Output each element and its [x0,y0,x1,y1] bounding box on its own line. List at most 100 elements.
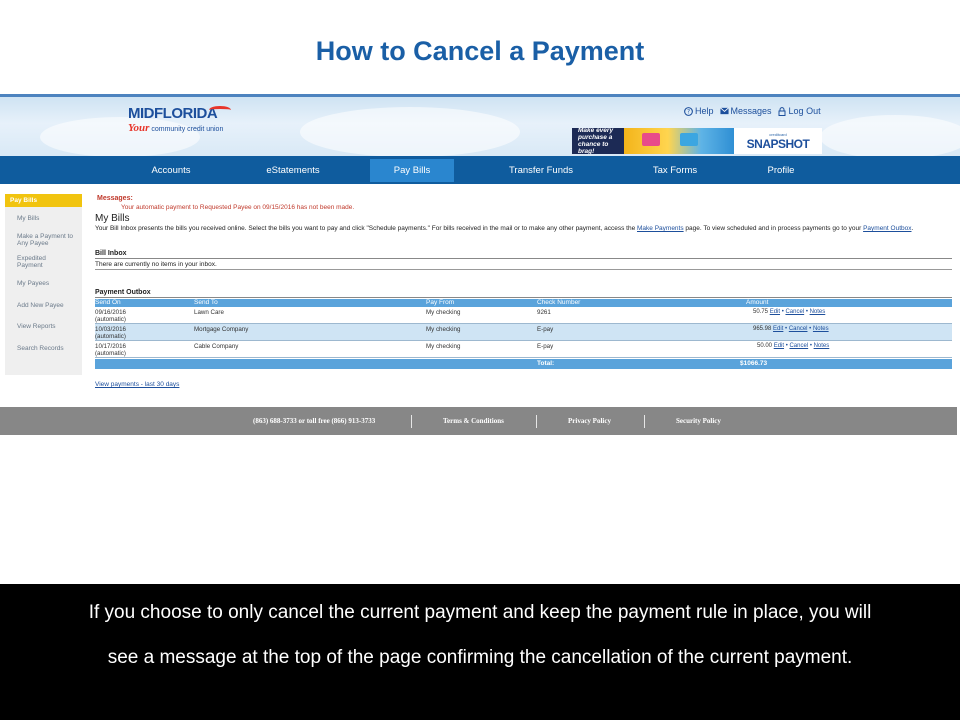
sidebar-item-search-records[interactable]: Search Records [5,345,82,352]
col-pay-from[interactable]: Pay From [426,299,454,307]
edit-link[interactable]: Edit [773,326,783,332]
page-heading: My Bills [95,213,130,224]
logo-swoosh-icon [209,105,232,114]
payment-outbox-title: Payment Outbox [95,289,952,298]
notes-link[interactable]: Notes [813,326,829,332]
row-date: 09/16/2016 [95,309,126,316]
slide-title: How to Cancel a Payment [315,36,645,66]
notes-link[interactable]: Notes [814,343,830,349]
row-date: 10/17/2016 [95,343,126,350]
make-payments-link[interactable]: Make Payments [637,225,684,232]
row-amount: 50.75 [753,309,769,315]
notes-link[interactable]: Notes [810,309,826,315]
banner-brand: creditcard SNAPSHOT [734,128,822,154]
col-send-on[interactable]: Send On [95,299,121,307]
footer-divider [644,415,645,428]
row-actions: 50.00 Edit • Cancel • Notes [757,343,829,349]
row-payee: Mortgage Company [194,326,249,333]
row-note: (automatic) [95,316,126,323]
nav-transfer-funds[interactable]: Transfer Funds [496,156,586,184]
edit-link[interactable]: Edit [774,343,784,349]
edit-link[interactable]: Edit [770,309,780,315]
status-message: Your automatic payment to Requested Paye… [121,204,355,211]
sidebar-item-expedited-payment[interactable]: Expedited Payment [5,255,65,269]
messages-label: Messages: [97,195,133,202]
table-row: 10/03/2016 (automatic) Mortgage Company … [95,324,952,341]
sidebar-item-pay-bills[interactable]: Pay Bills [5,194,82,207]
row-check: 9261 [537,309,551,316]
table-row: 10/17/2016 (automatic) Cable Company My … [95,341,952,358]
main-nav: Accounts eStatements Pay Bills Transfer … [0,156,960,184]
sidebar: Pay Bills My Bills Make a Payment to Any… [5,194,82,375]
row-note: (automatic) [95,333,126,340]
nav-pay-bills[interactable]: Pay Bills [370,159,454,182]
slide: How to Cancel a Payment MIDFLORIDA Your … [0,0,960,720]
nav-estatements[interactable]: eStatements [250,156,336,184]
total-label: Total: [537,360,555,367]
payment-outbox-link[interactable]: Payment Outbox [863,225,911,232]
footer-divider [536,415,537,428]
footer-terms-link[interactable]: Terms & Conditions [443,407,504,435]
col-amount[interactable]: Amount [746,299,768,307]
nav-tax-forms[interactable]: Tax Forms [632,156,718,184]
help-label: Help [695,106,714,116]
sidebar-item-make-payment[interactable]: Make a Payment to Any Payee [5,233,77,247]
col-check-number[interactable]: Check Number [537,299,580,307]
footer-phone: (863) 688-3733 or toll free (866) 913-37… [253,417,376,425]
caption-line-1: If you choose to only cancel the current… [88,602,872,623]
row-amount: 50.00 [757,343,773,349]
table-row: 09/16/2016 (automatic) Lawn Care My chec… [95,307,952,324]
cancel-link[interactable]: Cancel [789,343,808,349]
row-note: (automatic) [95,350,126,357]
cancel-link[interactable]: Cancel [789,326,808,332]
row-payee: Lawn Care [194,309,224,316]
row-check: E-pay [537,326,554,333]
lock-icon [778,106,787,116]
sidebar-item-add-new-payee[interactable]: Add New Payee [5,302,82,309]
intro-text-part: page. To view scheduled and in process p… [683,225,864,232]
bill-inbox-empty: There are currently no items in your inb… [95,261,952,270]
credit-card-icon [642,133,660,146]
mail-icon [719,107,729,116]
caption-box: If you choose to only cancel the current… [0,584,960,720]
total-value: $1066.73 [740,360,768,367]
banner-text: Make every purchase a chance to brag! [578,128,614,154]
banner-brand-name: SNAPSHOT [746,136,810,151]
logout-label: Log Out [788,106,821,116]
nav-accounts[interactable]: Accounts [128,156,214,184]
footer-privacy-link[interactable]: Privacy Policy [568,407,611,435]
help-link[interactable]: ? Help [684,106,714,116]
messages-link[interactable]: Messages [719,106,772,116]
nav-profile[interactable]: Profile [740,156,822,184]
utility-links: ? Help Messages Log Out [684,106,821,116]
total-row: Total: $1066.73 [95,359,952,369]
bill-inbox-title: Bill Inbox [95,250,952,259]
row-actions: 50.75 Edit • Cancel • Notes [753,309,825,315]
credit-union-logo[interactable]: MIDFLORIDA Your community credit union [128,105,232,134]
svg-text:?: ? [687,109,690,115]
promo-banner[interactable]: Make every purchase a chance to brag! cr… [572,128,822,154]
credit-card-icon [680,133,698,146]
footer-divider [411,415,412,428]
row-date: 10/03/2016 [95,326,126,333]
intro-text-part: Your Bill Inbox presents the bills you r… [95,225,637,232]
col-send-to[interactable]: Send To [194,299,218,307]
row-payee: Cable Company [194,343,239,350]
row-actions: 965.98 Edit • Cancel • Notes [753,326,829,332]
cloud-decoration [300,107,520,156]
logout-link[interactable]: Log Out [778,106,821,116]
logo-tagline: community credit union [151,126,224,133]
view-payments-link[interactable]: View payments - last 30 days [95,381,179,388]
row-check: E-pay [537,343,554,350]
messages-label: Messages [730,106,772,116]
site-header: MIDFLORIDA Your community credit union ?… [0,94,960,156]
logo-your: Your [128,122,150,134]
sidebar-item-view-reports[interactable]: View Reports [5,323,82,330]
sidebar-item-my-bills[interactable]: My Bills [5,215,82,222]
outbox-table-header: Send On Send To Pay From Check Number Am… [95,299,952,307]
cancel-link[interactable]: Cancel [785,309,804,315]
logo-wordmark: MIDFLORIDA [128,105,218,122]
sidebar-item-my-payees[interactable]: My Payees [5,280,82,287]
banking-screenshot: MIDFLORIDA Your community credit union ?… [0,94,960,435]
footer-security-link[interactable]: Security Policy [676,407,721,435]
